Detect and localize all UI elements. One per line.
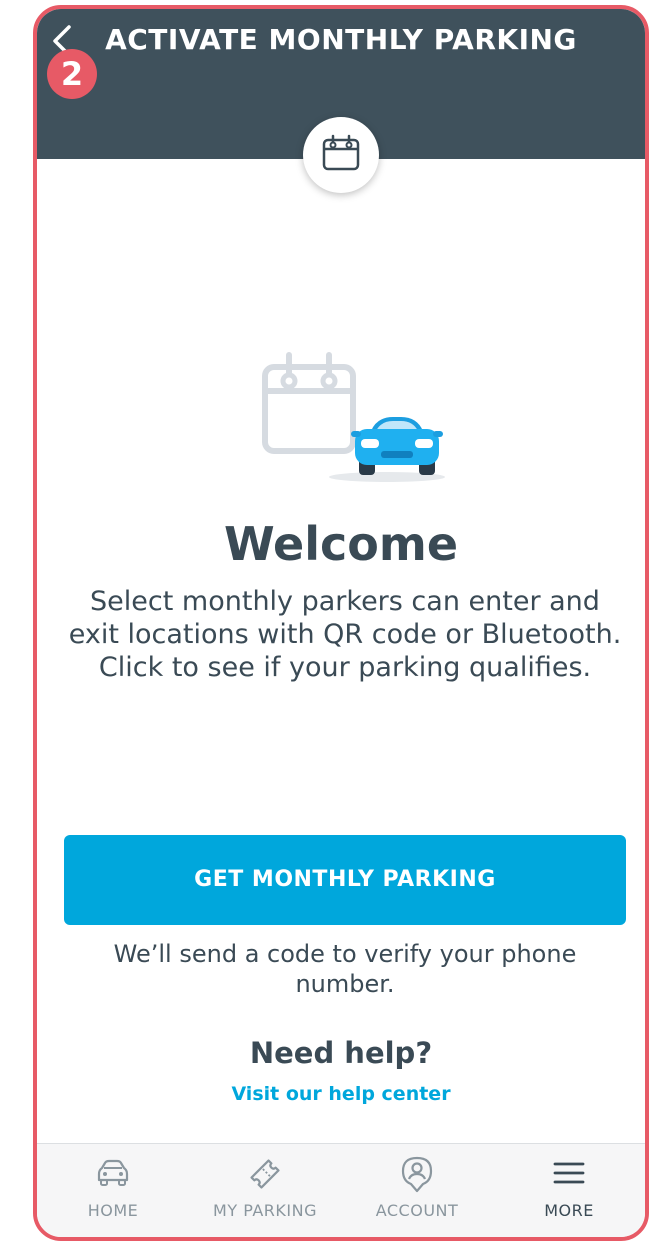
calendar-icon [322, 134, 360, 171]
tab-my-parking[interactable]: MY PARKING [189, 1144, 341, 1237]
welcome-title: Welcome [223, 517, 459, 571]
tab-my-parking-label: MY PARKING [213, 1201, 317, 1220]
welcome-description: Select monthly parkers can enter and exi… [68, 586, 622, 683]
bottom-tab-bar: HOME MY PARKING ACCOUNT MORE [37, 1143, 645, 1237]
tab-account[interactable]: ACCOUNT [341, 1144, 493, 1237]
help-heading: Need help? [249, 1036, 433, 1070]
get-monthly-parking-button[interactable]: GET MONTHLY PARKING [64, 835, 626, 925]
calendar-car-illustration [259, 349, 449, 488]
app-frame: ACTIVATE MONTHLY PARKING 2 Welcome Selec… [33, 5, 649, 1241]
calendar-badge [303, 117, 379, 193]
help-center-link[interactable]: Visit our help center [37, 1083, 645, 1105]
page-title: ACTIVATE MONTHLY PARKING [105, 23, 577, 56]
tab-more-label: MORE [544, 1201, 594, 1220]
tab-home-label: HOME [87, 1201, 139, 1220]
ticket-icon [250, 1159, 280, 1189]
car-icon [97, 1159, 129, 1186]
verify-phone-note: We’ll send a code to verify your phone n… [113, 940, 577, 998]
step-badge: 2 [47, 49, 97, 99]
tab-account-label: ACCOUNT [375, 1201, 459, 1220]
calendar-car-icon [262, 352, 445, 482]
menu-icon [553, 1162, 585, 1184]
user-pin-icon [401, 1156, 433, 1193]
tab-more[interactable]: MORE [493, 1144, 645, 1237]
tab-home[interactable]: HOME [37, 1144, 189, 1237]
